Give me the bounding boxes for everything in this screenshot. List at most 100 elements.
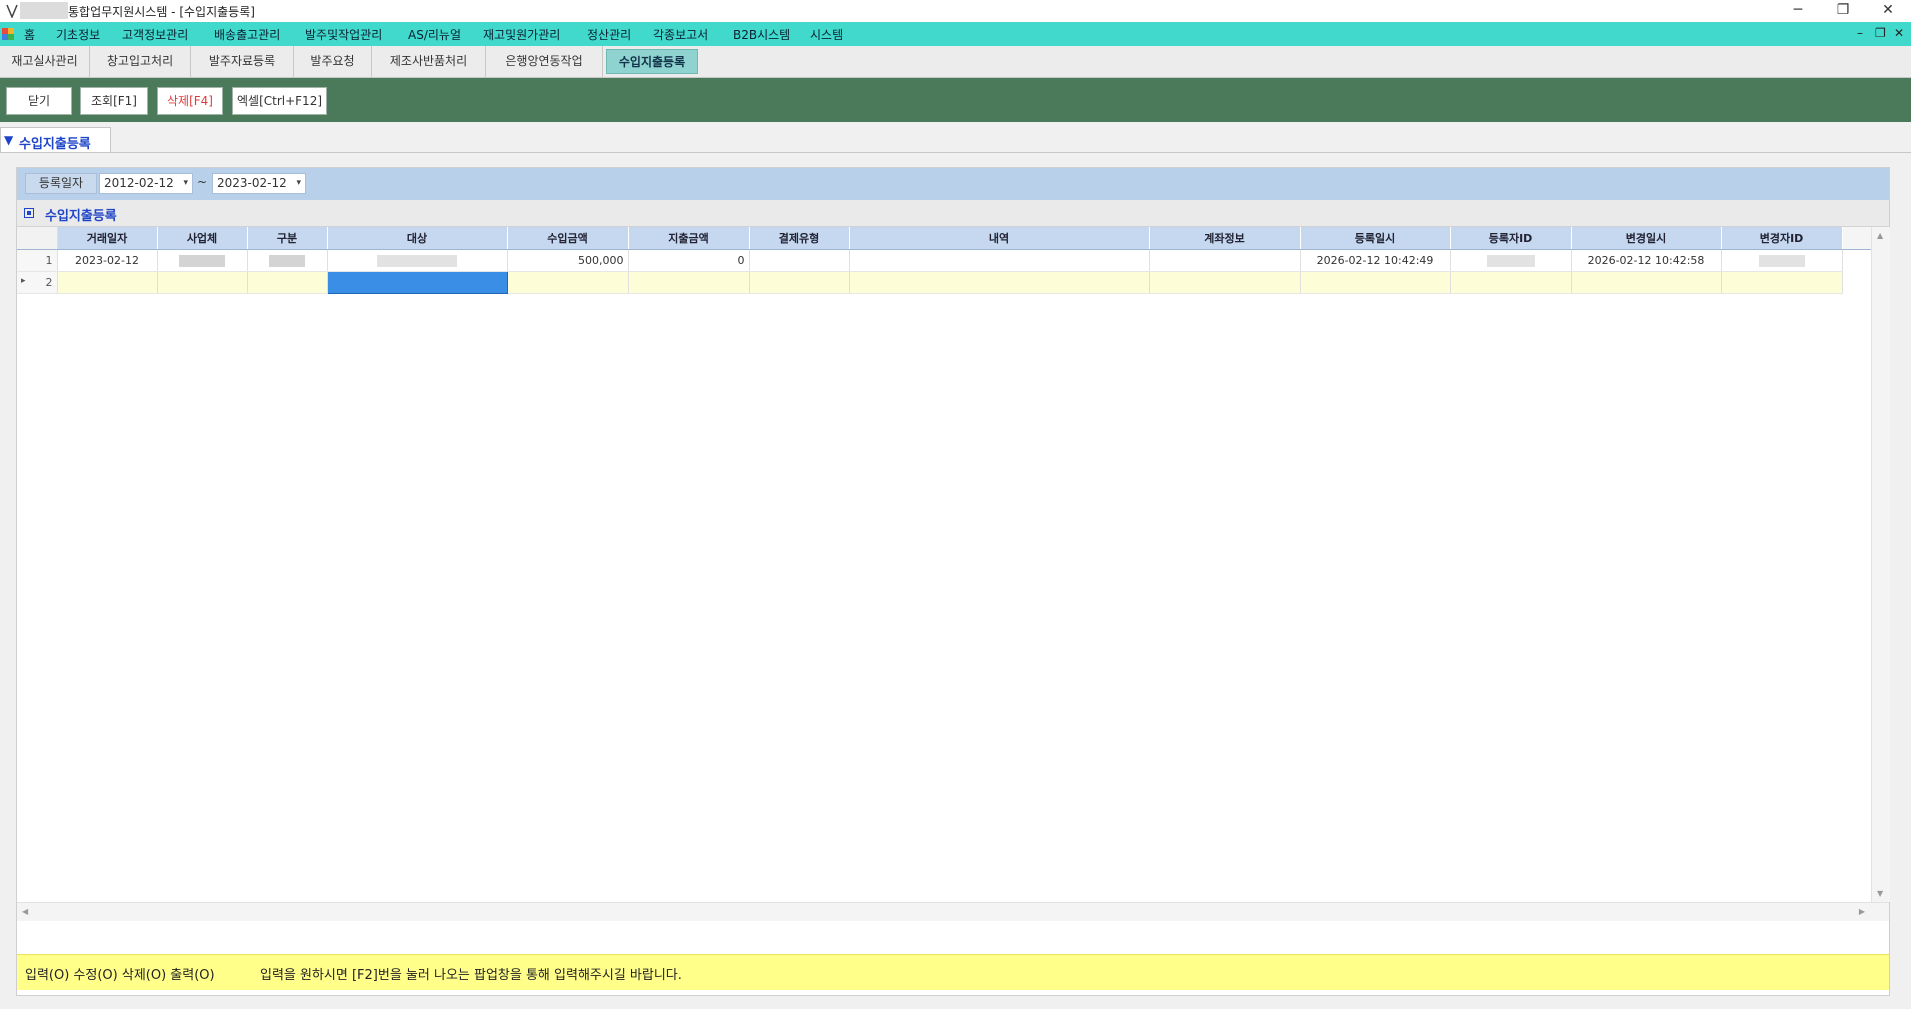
reg-date-label: 등록일자	[25, 173, 97, 194]
grid-title: 수입지출등록	[45, 209, 117, 224]
tab-order-request[interactable]: 발주요청	[294, 46, 372, 77]
tab-order-data[interactable]: 발주자료등록	[191, 46, 294, 77]
cell-category[interactable]	[247, 271, 328, 294]
col-account[interactable]: 계좌정보	[1149, 227, 1301, 250]
cell-account[interactable]	[1149, 271, 1301, 294]
cell-trade-date[interactable]	[57, 271, 158, 294]
cell-account[interactable]	[1149, 249, 1301, 272]
scroll-left-icon[interactable]: ◀	[22, 907, 28, 916]
col-mod-time[interactable]: 변경일시	[1571, 227, 1722, 250]
row-filler	[1842, 249, 1871, 272]
cell-expense[interactable]: 0	[628, 249, 750, 272]
cell-detail[interactable]	[849, 271, 1150, 294]
dropdown-arrow-icon[interactable]: ▾	[296, 174, 301, 193]
horizontal-scrollbar[interactable]: ◀ ▶	[17, 902, 1889, 921]
menu-as-renewal[interactable]: AS/리뉴얼	[408, 26, 461, 43]
home-icon[interactable]	[2, 28, 14, 40]
main-panel: 등록일자 2012-02-12 ▾ ~ 2023-02-12 ▾ 수입지출등록	[16, 167, 1890, 996]
menu-customer[interactable]: 고객정보관리	[122, 26, 188, 43]
col-income[interactable]: 수입금액	[507, 227, 629, 250]
status-bar: 입력(O) 수정(O) 삭제(O) 출력(O) 입력을 원하시면 [F2]번을 …	[17, 954, 1889, 990]
section-tab[interactable]: ▼ 수입지출등록	[0, 127, 111, 153]
cell-reg-time[interactable]	[1300, 271, 1451, 294]
scroll-down-icon[interactable]: ▼	[1877, 889, 1883, 898]
cell-business[interactable]	[157, 249, 248, 272]
mdi-restore-button[interactable]: ❐	[1875, 26, 1886, 40]
col-payment-type[interactable]: 결제유형	[749, 227, 850, 250]
cell-mod-time[interactable]: 2026-02-12 10:42:58	[1571, 249, 1722, 272]
delete-button[interactable]: 삭제[F4]	[157, 87, 223, 115]
window-title: 통합업무지원시스템 - [수입지출등록]	[68, 5, 255, 19]
mdi-close-button[interactable]: ✕	[1894, 26, 1904, 40]
col-mod-user[interactable]: 변경자ID	[1721, 227, 1843, 250]
tab-inventory-check[interactable]: 재고실사관리	[0, 46, 90, 77]
col-trade-date[interactable]: 거래일자	[57, 227, 158, 250]
col-expense[interactable]: 지출금액	[628, 227, 750, 250]
permission-status: 입력(O) 수정(O) 삭제(O) 출력(O)	[25, 968, 215, 983]
redacted-text	[1486, 255, 1535, 267]
cell-reg-user[interactable]	[1450, 249, 1572, 272]
minimize-button[interactable]: ─	[1781, 0, 1815, 22]
tab-maker-return[interactable]: 제조사반품처리	[372, 46, 486, 77]
close-button[interactable]: 닫기	[6, 87, 72, 115]
cell-mod-user[interactable]	[1721, 249, 1843, 272]
col-business[interactable]: 사업체	[157, 227, 248, 250]
menu-basic-info[interactable]: 기초정보	[56, 26, 100, 43]
menu-reports[interactable]: 각종보고서	[653, 26, 708, 43]
redacted-text	[179, 255, 225, 267]
menu-b2b[interactable]: B2B시스템	[733, 26, 790, 43]
close-window-button[interactable]: ✕	[1871, 0, 1905, 22]
menu-home[interactable]: 홈	[24, 26, 35, 43]
menu-delivery[interactable]: 배송출고관리	[214, 26, 280, 43]
tab-income-expense[interactable]: 수입지출등록	[606, 49, 698, 74]
cell-target-selected[interactable]	[326, 271, 508, 294]
menu-bar: 홈 기초정보 고객정보관리 배송출고관리 발주및작업관리 AS/리뉴얼 재고및원…	[0, 22, 1911, 46]
collapse-triangle-icon[interactable]: ▼	[4, 133, 13, 147]
redacted-text	[377, 255, 457, 267]
tab-warehouse-inbound[interactable]: 창고입고처리	[90, 46, 191, 77]
scroll-right-icon[interactable]: ▶	[1859, 907, 1865, 916]
income-expense-grid: 거래일자 사업체 구분 대상 수입금액 지출금액 결제유형 내역 계좌정보 등록…	[17, 227, 1871, 294]
cell-reg-time[interactable]: 2026-02-12 10:42:49	[1300, 249, 1451, 272]
section-title: 수입지출등록	[19, 137, 91, 152]
current-row-indicator-icon: ▸	[21, 276, 26, 286]
search-button[interactable]: 조회[F1]	[80, 87, 148, 115]
cell-category[interactable]	[247, 249, 328, 272]
col-reg-time[interactable]: 등록일시	[1300, 227, 1451, 250]
date-from-picker[interactable]: 2012-02-12 ▾	[99, 173, 193, 194]
tab-bank-link[interactable]: 은행앙연동작업	[486, 46, 603, 77]
table-row[interactable]: 1 2023-02-12 500,000 0 2026-02-12 10:42:…	[17, 249, 1871, 272]
cell-income[interactable]	[507, 271, 629, 294]
grid-icon	[24, 208, 34, 218]
menu-system[interactable]: 시스템	[810, 26, 843, 43]
cell-payment-type[interactable]	[749, 249, 850, 272]
restore-button[interactable]: ❐	[1826, 0, 1860, 22]
mdi-minimize-button[interactable]: –	[1857, 26, 1863, 40]
cell-payment-type[interactable]	[749, 271, 850, 294]
col-target[interactable]: 대상	[327, 227, 508, 250]
cell-mod-time[interactable]	[1571, 271, 1722, 294]
cell-trade-date[interactable]: 2023-02-12	[57, 249, 158, 272]
vertical-scrollbar[interactable]: ▲ ▼	[1871, 227, 1890, 902]
cell-reg-user[interactable]	[1450, 271, 1572, 294]
new-row[interactable]: ▸ 2	[17, 271, 1871, 294]
cell-business[interactable]	[157, 271, 248, 294]
row-number: 1	[17, 249, 58, 272]
cell-expense[interactable]	[628, 271, 750, 294]
col-category[interactable]: 구분	[247, 227, 328, 250]
cell-mod-user[interactable]	[1721, 271, 1843, 294]
scroll-up-icon[interactable]: ▲	[1877, 231, 1883, 240]
row-header-corner	[17, 227, 58, 250]
cell-income[interactable]: 500,000	[507, 249, 629, 272]
date-to-picker[interactable]: 2023-02-12 ▾	[212, 173, 306, 194]
cell-target[interactable]	[327, 249, 508, 272]
menu-inventory[interactable]: 재고및원가관리	[483, 26, 560, 43]
menu-orders[interactable]: 발주및작업관리	[305, 26, 382, 43]
col-detail[interactable]: 내역	[849, 227, 1150, 250]
dropdown-arrow-icon[interactable]: ▾	[183, 174, 188, 193]
excel-button[interactable]: 엑셀[Ctrl+F12]	[232, 87, 327, 115]
col-reg-user[interactable]: 등록자ID	[1450, 227, 1572, 250]
cell-detail[interactable]	[849, 249, 1150, 272]
menu-settlement[interactable]: 정산관리	[587, 26, 631, 43]
section-divider	[0, 152, 1911, 153]
